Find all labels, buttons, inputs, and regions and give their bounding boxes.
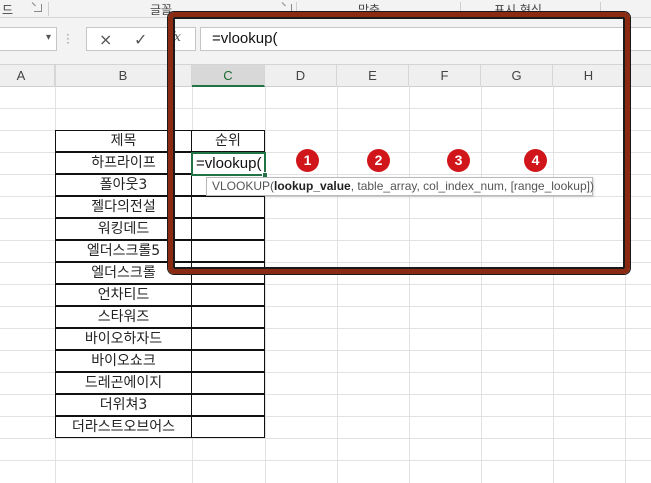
resize-handle-icon[interactable]: · · · [66,29,70,49]
table-cell-title[interactable]: 바이오하자드 [55,328,192,350]
dialog-launcher-icon[interactable] [34,4,42,12]
table-cell-rank[interactable] [192,328,265,350]
name-box[interactable]: ▾ [0,27,57,51]
ribbon-left-label: 드 [2,3,14,17]
table-cell-rank[interactable] [192,416,265,438]
table-cell-title[interactable]: 드레곤에이지 [55,372,192,394]
table-cell-title[interactable]: 바이오쇼크 [55,350,192,372]
highlight-frame [168,12,630,274]
check-icon[interactable]: ✓ [134,30,147,49]
ribbon-separator [48,2,49,16]
table-cell-rank[interactable] [192,372,265,394]
cancel-icon[interactable]: × [99,30,112,49]
table-cell-title[interactable]: 더위쳐3 [55,394,192,416]
table-cell-rank[interactable] [192,394,265,416]
table-cell-rank[interactable] [192,284,265,306]
table-cell-rank[interactable] [192,350,265,372]
chevron-down-icon[interactable]: ▾ [46,32,51,43]
table-cell-rank[interactable] [192,306,265,328]
table-cell-title[interactable]: 더라스트오브어스 [55,416,192,438]
table-cell-title[interactable]: 스타워즈 [55,306,192,328]
table-cell-title[interactable]: 언차티드 [55,284,192,306]
column-header-a[interactable]: A [0,65,55,87]
font-launcher-icon[interactable] [284,4,292,12]
